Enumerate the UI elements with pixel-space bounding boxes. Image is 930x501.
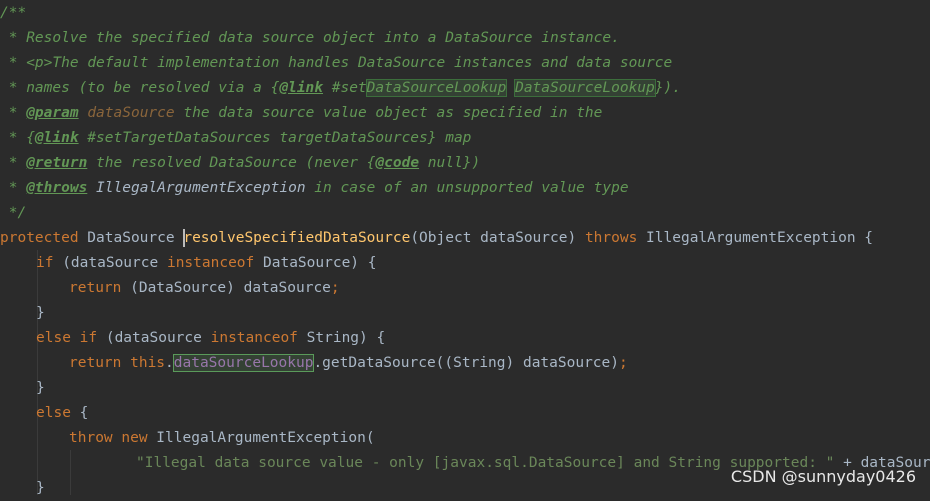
code-text: { <box>70 405 89 421</box>
comment-text: * Resolve the specified data source obje… <box>0 30 620 46</box>
comment-text: * <box>0 155 27 171</box>
code-text: (dataSource <box>53 255 167 271</box>
code-line[interactable]: else { <box>36 401 88 426</box>
comment-text <box>506 80 515 96</box>
keyword: else <box>36 405 71 421</box>
string-literal: "Illegal data source value - only [javax… <box>136 455 835 471</box>
code-line[interactable]: * names (to be resolved via a {@link #se… <box>0 76 681 101</box>
type-name[interactable]: DataSource <box>79 230 184 246</box>
highlighted-reference[interactable]: DataSourceLookup <box>514 79 656 97</box>
javadoc-link-tag[interactable]: @link <box>279 80 323 96</box>
method-name[interactable]: resolveSpecifiedDataSource <box>183 230 410 246</box>
code-line[interactable]: * Resolve the specified data source obje… <box>0 26 620 51</box>
javadoc-link-tag[interactable]: @link <box>35 130 79 146</box>
semicolon: ; <box>619 355 628 371</box>
keyword: throw new <box>69 430 148 446</box>
code-line[interactable]: protected DataSource resolveSpecifiedDat… <box>0 226 873 251</box>
brace: } <box>36 305 45 321</box>
brace: } <box>36 480 45 496</box>
code-text: IllegalArgumentException( <box>147 430 375 446</box>
code-line[interactable]: /** <box>0 1 26 26</box>
javadoc-code-tag: @code <box>375 155 420 171</box>
exception-reference[interactable]: IllegalArgumentException <box>87 180 306 196</box>
code-text: . <box>165 355 174 371</box>
keyword: if <box>36 255 54 271</box>
code-line[interactable]: return this.dataSourceLookup.getDataSour… <box>69 351 628 376</box>
comment-html-tag: <p> <box>26 55 53 71</box>
comment-text: * { <box>0 130 35 146</box>
code-line[interactable]: } <box>36 376 45 401</box>
highlighted-field[interactable]: dataSourceLookup <box>172 354 315 372</box>
code-text: (dataSource <box>97 330 211 346</box>
comment-text: */ <box>0 205 27 221</box>
keyword: else if <box>36 330 98 346</box>
keyword: instanceof <box>166 255 255 271</box>
code-line[interactable]: } <box>36 476 45 501</box>
code-line[interactable]: * <p>The default implementation handles … <box>0 51 673 76</box>
code-line[interactable]: * {@link #setTargetDataSources targetDat… <box>0 126 472 151</box>
code-text: IllegalArgumentException { <box>637 230 874 246</box>
code-text: String) { <box>297 330 386 346</box>
comment-text: null}) <box>419 155 481 171</box>
javadoc-return-tag: @return <box>26 155 88 171</box>
code-text: DataSource) { <box>254 255 377 271</box>
code-editor[interactable]: /** * Resolve the specified data source … <box>0 0 930 496</box>
comment-text: }). <box>654 80 681 96</box>
comment-text: #setTargetDataSources targetDataSources}… <box>78 130 472 146</box>
code-text: .getDataSource((String) dataSource) <box>313 355 619 371</box>
comment-text: the data source value object as specifie… <box>174 105 603 121</box>
code-line[interactable]: * @param dataSource the data source valu… <box>0 101 603 126</box>
code-line[interactable]: * @throws IllegalArgumentException in ca… <box>0 176 629 201</box>
code-text: (Object dataSource) <box>410 230 585 246</box>
code-line[interactable]: */ <box>0 201 26 226</box>
watermark-text: CSDN @sunnyday0426 <box>730 467 916 486</box>
param-name[interactable]: dataSource <box>79 105 174 121</box>
indent-guide <box>70 450 71 495</box>
comment-text: #set <box>323 80 367 96</box>
comment-text: /** <box>0 5 27 21</box>
comment-text: * names (to be resolved via a <box>0 80 271 96</box>
keyword: return this <box>69 355 166 371</box>
comment-text: The default implementation handles DataS… <box>52 55 673 71</box>
highlighted-reference[interactable]: DataSourceLookup <box>365 79 508 97</box>
code-line[interactable]: * @return the resolved DataSource (never… <box>0 151 480 176</box>
keyword: instanceof <box>210 330 298 346</box>
javadoc-throws-tag: @throws <box>26 180 88 196</box>
comment-text: the resolved DataSource (never { <box>87 155 376 171</box>
javadoc-param-tag: @param <box>26 105 79 121</box>
comment-text: in case of an unsupported value type <box>305 180 629 196</box>
semicolon: ; <box>330 280 340 296</box>
code-line[interactable]: return (DataSource) dataSource; <box>69 276 340 301</box>
code-line[interactable]: if (dataSource instanceof DataSource) { <box>36 251 377 276</box>
brace: } <box>36 380 45 396</box>
code-line[interactable]: } <box>36 301 45 326</box>
indent-guide <box>37 250 38 495</box>
comment-text: * <box>0 180 27 196</box>
comment-text: * <box>0 55 27 71</box>
keyword: return <box>69 280 122 296</box>
comment-text: * <box>0 105 27 121</box>
keyword: protected <box>0 230 79 246</box>
code-line[interactable]: else if (dataSource instanceof String) { <box>36 326 385 351</box>
code-text: (DataSource) dataSource <box>121 280 331 296</box>
code-line[interactable]: throw new IllegalArgumentException( <box>69 426 375 451</box>
keyword: throws <box>584 230 638 246</box>
